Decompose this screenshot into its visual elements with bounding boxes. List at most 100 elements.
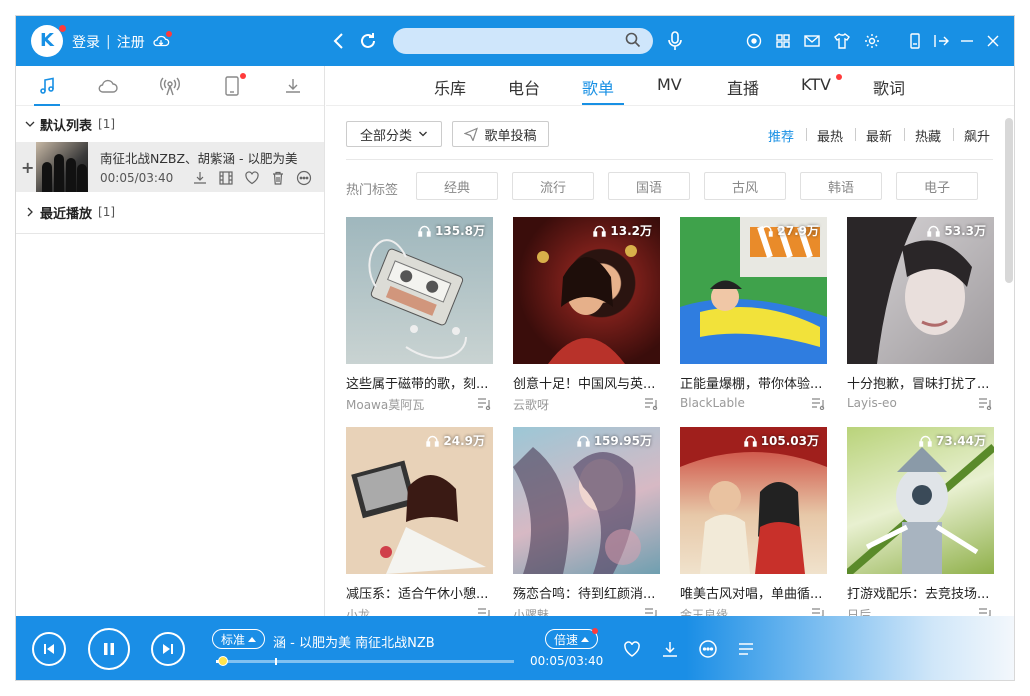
tag-mandarin[interactable]: 国语 <box>608 172 690 200</box>
more-icon[interactable] <box>296 170 312 186</box>
tab-cloud[interactable] <box>78 66 140 106</box>
quality-selector[interactable]: 标准 <box>212 629 266 649</box>
mv-icon[interactable] <box>218 170 234 186</box>
tab-radio[interactable] <box>139 66 201 106</box>
next-button[interactable] <box>151 632 185 666</box>
tag-pop[interactable]: 流行 <box>512 172 594 200</box>
playlist-author[interactable]: Moawa莫阿瓦 <box>346 396 493 413</box>
search-input[interactable] <box>393 28 653 54</box>
playlist-card[interactable]: 159.95万 殇恋合鸣：待到红颜消... 小骡魅 <box>513 427 660 616</box>
add-to-list-icon[interactable] <box>477 397 493 410</box>
register-link[interactable]: 注册 <box>117 32 145 52</box>
playlist-author[interactable]: 金玉良缘 <box>680 606 827 616</box>
playlist-author-name[interactable]: 金玉良缘 <box>680 608 728 616</box>
back-icon[interactable] <box>328 30 350 52</box>
submit-playlist-button[interactable]: 歌单投稿 <box>452 121 549 147</box>
mini-mode-icon[interactable] <box>905 31 925 51</box>
playlist-card[interactable]: 135.8万 这些属于磁带的歌，刻... Moawa莫阿瓦 <box>346 217 493 413</box>
add-icon[interactable]: + <box>21 158 34 177</box>
playlist-author-name[interactable]: 小龙 <box>346 608 370 616</box>
playlist-card[interactable]: 73.44万 打游戏配乐：去竞技场... 日后 <box>847 427 994 616</box>
download-icon[interactable] <box>192 170 208 186</box>
tag-korean[interactable]: 韩语 <box>800 172 882 200</box>
playlist-author[interactable]: Layis-eo <box>847 396 994 410</box>
apps-grid-icon[interactable] <box>773 31 793 51</box>
playlist-author-name[interactable]: Moawa莫阿瓦 <box>346 398 424 412</box>
add-to-list-icon[interactable] <box>477 607 493 616</box>
playlist-author-name[interactable]: BlackLable <box>680 396 745 410</box>
playlist-card[interactable]: 53.3万 十分抱歉，冒昧打扰了... Layis-eo <box>847 217 994 410</box>
voice-search-icon[interactable] <box>665 30 685 52</box>
playlist-author-name[interactable]: Layis-eo <box>847 396 897 410</box>
playlist-title[interactable]: 减压系：适合午休小憩... <box>346 583 493 602</box>
sort-hottest[interactable]: 最热 <box>817 126 843 145</box>
tag-electronic[interactable]: 电子 <box>896 172 978 200</box>
add-to-list-icon[interactable] <box>978 607 994 616</box>
target-icon[interactable] <box>744 31 764 51</box>
search-icon[interactable] <box>624 31 642 49</box>
playlist-author-name[interactable]: 云歌呀 <box>513 398 549 412</box>
recent-play-group[interactable]: 最近播放 [1] <box>16 194 324 230</box>
playlist-card[interactable]: 13.2万 创意十足！中国风与英... 云歌呀 <box>513 217 660 413</box>
add-to-list-icon[interactable] <box>978 397 994 410</box>
playlist-author[interactable]: 小龙 <box>346 606 493 616</box>
login-link[interactable]: 登录 <box>72 32 100 52</box>
playlist-song-row[interactable]: + 南征北战NZBZ、胡紫涵 - 以肥为美 00:05/03:40 <box>16 142 324 192</box>
vertical-scrollbar[interactable] <box>1005 118 1013 283</box>
settings-gear-icon[interactable] <box>862 31 882 51</box>
previous-button[interactable] <box>32 632 66 666</box>
playlist-title[interactable]: 殇恋合鸣：待到红颜消... <box>513 583 660 602</box>
close-icon[interactable] <box>983 31 1003 51</box>
playlist-author-name[interactable]: 小骡魅 <box>513 608 549 616</box>
sort-newest[interactable]: 最新 <box>866 126 892 145</box>
refresh-icon[interactable] <box>357 30 379 52</box>
tab-playlists[interactable]: 歌单 <box>582 75 614 99</box>
playlist-author[interactable]: BlackLable <box>680 396 827 410</box>
tab-ktv[interactable]: KTV <box>801 75 831 94</box>
playlist-title[interactable]: 创意十足！中国风与英... <box>513 373 660 392</box>
playlist-author-name[interactable]: 日后 <box>847 608 871 616</box>
heart-icon[interactable] <box>622 639 642 659</box>
add-to-list-icon[interactable] <box>644 397 660 410</box>
minimize-icon[interactable] <box>957 31 977 51</box>
pause-button[interactable] <box>88 628 130 670</box>
tab-mv[interactable]: MV <box>657 75 682 94</box>
sort-recommended[interactable]: 推荐 <box>768 126 794 145</box>
default-list-group[interactable]: 默认列表 [1] <box>16 106 324 142</box>
playlist-author[interactable]: 云歌呀 <box>513 396 660 413</box>
tab-local-music[interactable] <box>16 66 78 106</box>
tab-radio-station[interactable]: 电台 <box>508 75 540 99</box>
progress-bar[interactable] <box>216 656 514 666</box>
heart-icon[interactable] <box>244 170 260 186</box>
playlist-author[interactable]: 日后 <box>847 606 994 616</box>
download-icon[interactable] <box>660 639 680 659</box>
skin-icon[interactable] <box>832 31 852 51</box>
tag-classic[interactable]: 经典 <box>416 172 498 200</box>
tag-ancient-style[interactable]: 古风 <box>704 172 786 200</box>
sort-rising[interactable]: 飙升 <box>964 126 990 145</box>
kugou-logo[interactable]: K <box>31 25 63 57</box>
playlist-card[interactable]: 27.9万 正能量爆棚，带你体验... BlackLable <box>680 217 827 410</box>
tab-download[interactable] <box>262 66 324 106</box>
sort-most-collected[interactable]: 热藏 <box>915 126 941 145</box>
tab-live[interactable]: 直播 <box>727 75 759 99</box>
category-dropdown[interactable]: 全部分类 <box>346 121 442 147</box>
speed-selector[interactable]: 倍速 <box>545 629 599 649</box>
playlist-card[interactable]: 24.9万 减压系：适合午休小憩... 小龙 <box>346 427 493 616</box>
progress-knob[interactable] <box>217 656 228 666</box>
playlist-title[interactable]: 十分抱歉，冒昧打扰了... <box>847 373 994 392</box>
playlist-title[interactable]: 唯美古风对唱，单曲循... <box>680 583 827 602</box>
add-to-list-icon[interactable] <box>811 397 827 410</box>
tab-device[interactable] <box>201 66 263 106</box>
mail-icon[interactable] <box>802 31 822 51</box>
playlist-title[interactable]: 打游戏配乐：去竞技场... <box>847 583 994 602</box>
playlist-title[interactable]: 这些属于磁带的歌，刻... <box>346 373 493 392</box>
playlist-author[interactable]: 小骡魅 <box>513 606 660 616</box>
add-to-list-icon[interactable] <box>644 607 660 616</box>
add-to-list-icon[interactable] <box>811 607 827 616</box>
playlist-card[interactable]: 105.03万 唯美古风对唱，单曲循... 金玉良缘 <box>680 427 827 616</box>
tab-lyrics[interactable]: 歌词 <box>873 75 905 99</box>
dock-icon[interactable] <box>931 31 951 51</box>
playlist-title[interactable]: 正能量爆棚，带你体验... <box>680 373 827 392</box>
tab-library[interactable]: 乐库 <box>434 75 466 99</box>
